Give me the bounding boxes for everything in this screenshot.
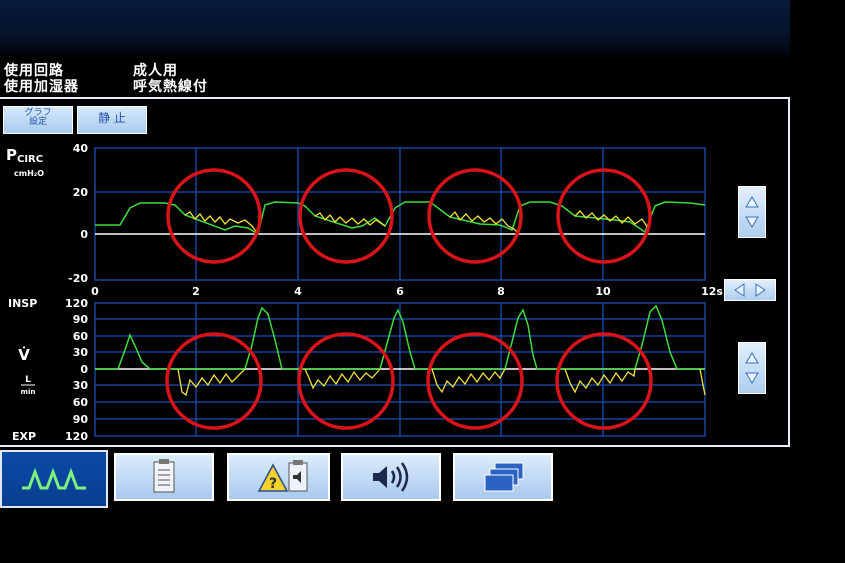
tab-records[interactable] xyxy=(114,453,214,501)
time-scale-arrows-icon xyxy=(734,283,766,297)
highlight-circles xyxy=(165,168,653,430)
tab-waveforms[interactable] xyxy=(0,450,108,508)
pressure-label-main: P xyxy=(6,146,17,164)
pressure-exp-trace-4 xyxy=(574,210,649,229)
highlight-circle-p3 xyxy=(427,168,523,264)
pressure-label-sub: CIRC xyxy=(17,154,43,165)
flow-scale-arrows-icon xyxy=(745,352,759,384)
x-tick-0: 0 xyxy=(91,285,99,298)
x-tick-12s: 12s xyxy=(701,285,723,298)
highlight-circle-f3 xyxy=(426,332,524,430)
svg-text:?: ? xyxy=(269,476,277,492)
flow-end-trace xyxy=(699,368,706,396)
x-tick-10: 10 xyxy=(595,285,611,298)
tab-window-switch[interactable] xyxy=(453,453,553,501)
pressure-label: PCIRC xyxy=(6,146,43,165)
highlight-circle-p2 xyxy=(298,168,394,264)
highlight-circle-p1 xyxy=(166,168,262,264)
speaker-volume-icon xyxy=(373,462,409,492)
x-tick-2: 2 xyxy=(192,285,200,298)
highlight-circle-f4 xyxy=(555,332,653,430)
flow-exp-label: EXP xyxy=(12,430,36,443)
pressure-exp-trace-3 xyxy=(449,210,519,234)
flow-symbol: V̇ xyxy=(18,345,30,364)
pressure-scale-arrows-icon xyxy=(745,196,759,228)
windows-stack-icon xyxy=(484,462,524,492)
clipboard-icon xyxy=(153,459,175,493)
flow-ytick-90-exp: 90 xyxy=(73,413,89,426)
pressure-exp-trace-2 xyxy=(314,212,386,227)
tab-alarm-log[interactable]: ? xyxy=(227,453,330,501)
x-tick-4: 4 xyxy=(294,285,302,298)
flow-ytick-30-insp: 30 xyxy=(73,346,89,359)
alarm-warning-icon: ? xyxy=(257,460,308,492)
pressure-ytick-20: 20 xyxy=(73,186,89,199)
highlight-circle-f2 xyxy=(297,332,395,430)
flow-exp-trace-4 xyxy=(564,368,636,394)
tab-volume[interactable] xyxy=(341,453,441,501)
time-scale-button[interactable] xyxy=(724,279,776,301)
flow-exp-trace-3 xyxy=(431,368,506,394)
highlight-circle-f1 xyxy=(165,332,263,430)
pressure-unit: cmH₂O xyxy=(14,169,44,178)
flow-scale-button[interactable] xyxy=(738,342,766,394)
waveform-icon xyxy=(22,467,86,490)
highlight-circle-p4 xyxy=(556,168,652,264)
flow-ytick-30-exp: 30 xyxy=(73,379,89,392)
flow-insp-label: INSP xyxy=(8,297,37,310)
pressure-scale-button[interactable] xyxy=(738,186,766,238)
flow-exp-trace xyxy=(177,368,246,397)
flow-ytick-60-insp: 60 xyxy=(73,330,89,343)
pressure-ytick-neg20: -20 xyxy=(68,272,88,285)
flow-ytick-0: 0 xyxy=(80,363,88,376)
flow-ytick-60-exp: 60 xyxy=(73,396,89,409)
flow-ytick-120-exp: 120 xyxy=(65,430,88,443)
pressure-ytick-40: 40 xyxy=(73,142,89,155)
x-tick-6: 6 xyxy=(396,285,404,298)
flow-ytick-90-insp: 90 xyxy=(73,313,89,326)
pressure-ytick-0: 0 xyxy=(80,228,88,241)
flow-unit-den: min xyxy=(21,388,36,396)
x-tick-8: 8 xyxy=(497,285,505,298)
flow-ytick-120-insp: 120 xyxy=(65,297,88,310)
flow-unit-num: L xyxy=(25,375,31,385)
